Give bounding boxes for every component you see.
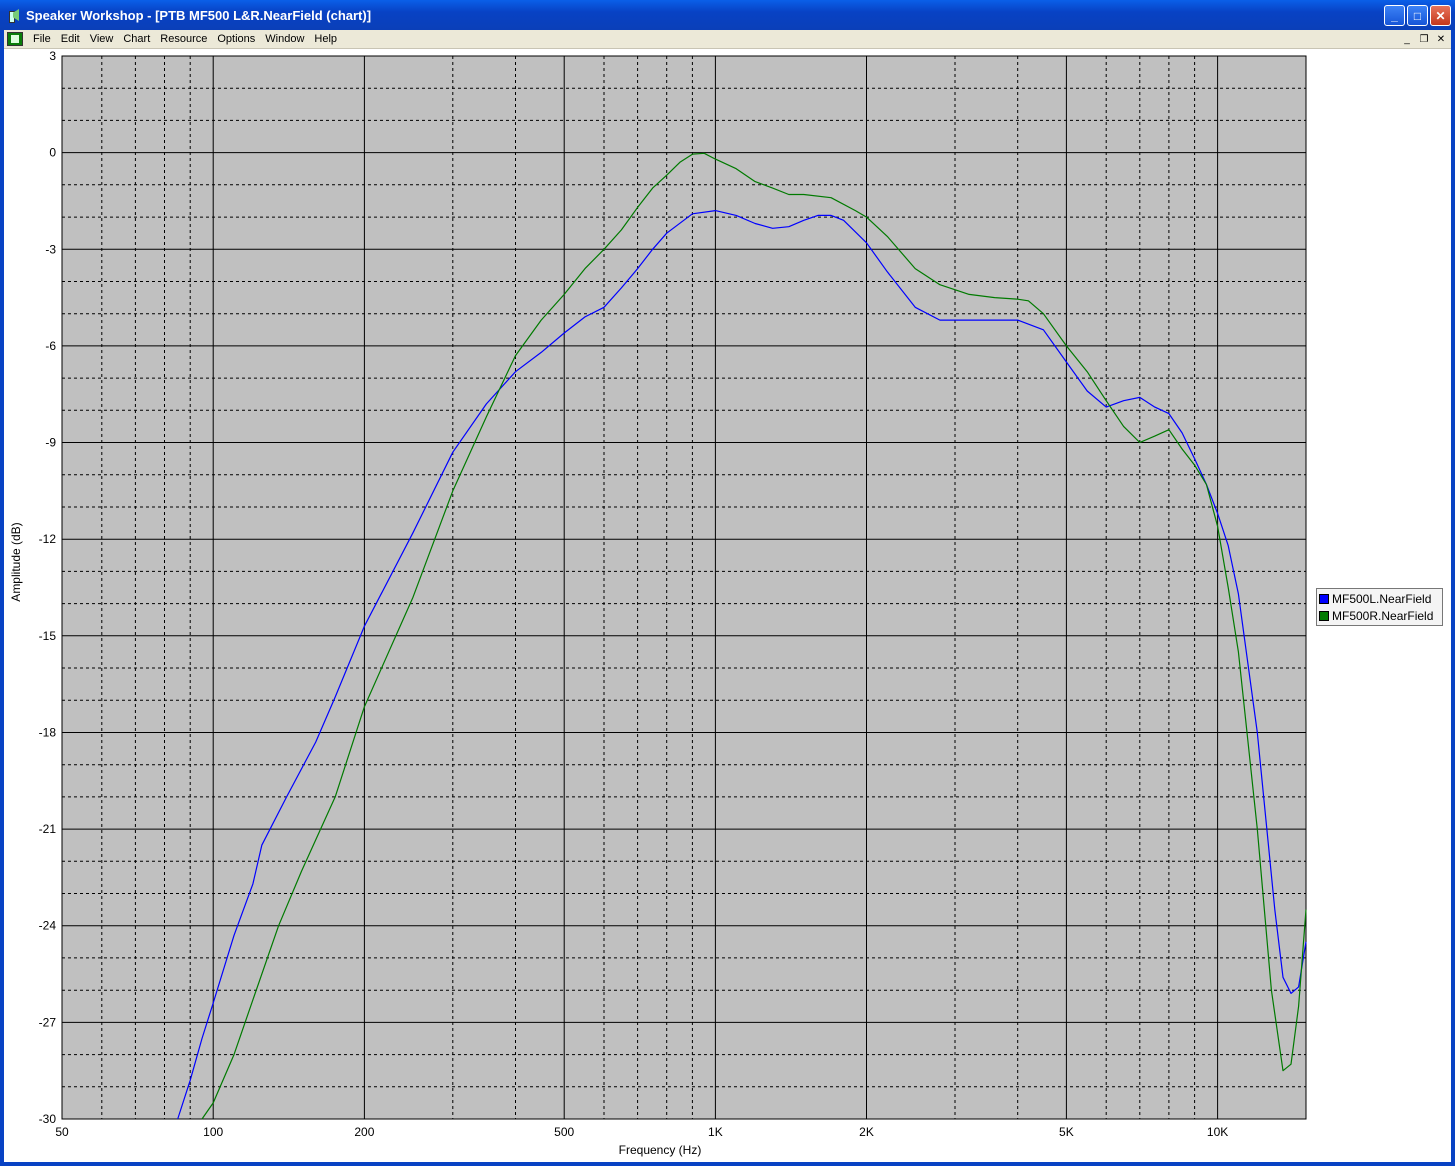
- y-tick-label: -30: [39, 1112, 57, 1126]
- window-frame-bottom: [0, 1162, 1455, 1166]
- window-controls: _ □ ✕: [1384, 5, 1451, 26]
- menu-chart[interactable]: Chart: [118, 30, 155, 49]
- minimize-button[interactable]: _: [1384, 5, 1405, 26]
- frequency-response-chart[interactable]: 30-3-6-9-12-15-18-21-24-27-30 50 100 200 50…: [4, 50, 1451, 1162]
- y-tick-label: 3: [49, 50, 56, 63]
- document-controls: _ ❐ ✕: [1399, 32, 1449, 46]
- x-tick-label: 50: [55, 1125, 69, 1139]
- y-tick-label: -3: [45, 242, 56, 256]
- legend-label-right: MF500R.NearField: [1332, 608, 1434, 623]
- doc-minimize-button[interactable]: _: [1399, 32, 1415, 46]
- legend-label-left: MF500L.NearField: [1332, 591, 1432, 606]
- x-axis-ticks: 50 100 200 500 1K 2K 5K 10K: [55, 1125, 1228, 1139]
- x-tick-label: 200: [354, 1125, 374, 1139]
- y-tick-label: -15: [39, 629, 57, 643]
- title-bar[interactable]: Speaker Workshop - [PTB MF500 L&R.NearFi…: [0, 0, 1455, 30]
- legend-swatch-right: [1319, 610, 1329, 621]
- chart-area[interactable]: 3 0 -3 -6 -9 -12 -15 -18 -21 -24 -27 -30 50 100 200 50…: [4, 50, 1451, 1162]
- maximize-button[interactable]: □: [1407, 5, 1428, 26]
- x-tick-label: 5K: [1059, 1125, 1074, 1139]
- window-frame-right: [1451, 30, 1455, 1166]
- doc-restore-button[interactable]: ❐: [1416, 32, 1432, 46]
- menu-window[interactable]: Window: [260, 30, 309, 49]
- menu-bar: File Edit View Chart Resource Options Wi…: [4, 30, 1451, 49]
- y-tick-label: -24: [39, 919, 57, 933]
- chart-legend: MF500L.NearField MF500R.NearField: [1316, 588, 1443, 626]
- x-tick-label: 10K: [1207, 1125, 1228, 1139]
- x-tick-label: 1K: [708, 1125, 723, 1139]
- y-tick-label: -21: [39, 822, 57, 836]
- doc-close-button[interactable]: ✕: [1433, 32, 1449, 46]
- menu-view[interactable]: View: [85, 30, 119, 49]
- y-tick-label: 0: [49, 146, 56, 160]
- legend-item-right[interactable]: MF500R.NearField: [1319, 607, 1440, 624]
- menu-edit[interactable]: Edit: [56, 30, 85, 49]
- legend-item-left[interactable]: MF500L.NearField: [1319, 590, 1440, 607]
- y-tick-label: -9: [45, 436, 56, 450]
- plot-background: [61, 55, 1307, 1120]
- y-tick-label: -12: [39, 532, 57, 546]
- menu-help[interactable]: Help: [309, 30, 342, 49]
- menu-file[interactable]: File: [28, 30, 56, 49]
- x-axis-label: Frequency (Hz): [619, 1143, 702, 1157]
- menu-options[interactable]: Options: [212, 30, 260, 49]
- window-title: Speaker Workshop - [PTB MF500 L&R.NearFi…: [26, 7, 372, 23]
- menu-resource[interactable]: Resource: [155, 30, 212, 49]
- y-axis-label: Amplitude (dB): [9, 522, 23, 601]
- speaker-app-icon[interactable]: [7, 8, 21, 23]
- y-tick-label: -18: [39, 726, 57, 740]
- y-tick-label: -6: [45, 339, 56, 353]
- y-axis-ticks: 3 0 -3 -6 -9 -12 -15 -18 -21 -24 -27 -30: [39, 50, 57, 1126]
- y-tick-label: -27: [39, 1015, 57, 1029]
- document-icon[interactable]: [7, 32, 23, 46]
- close-button[interactable]: ✕: [1430, 5, 1451, 26]
- x-tick-label: 500: [554, 1125, 574, 1139]
- x-tick-label: 2K: [859, 1125, 874, 1139]
- x-tick-label: 100: [203, 1125, 223, 1139]
- legend-swatch-left: [1319, 593, 1329, 604]
